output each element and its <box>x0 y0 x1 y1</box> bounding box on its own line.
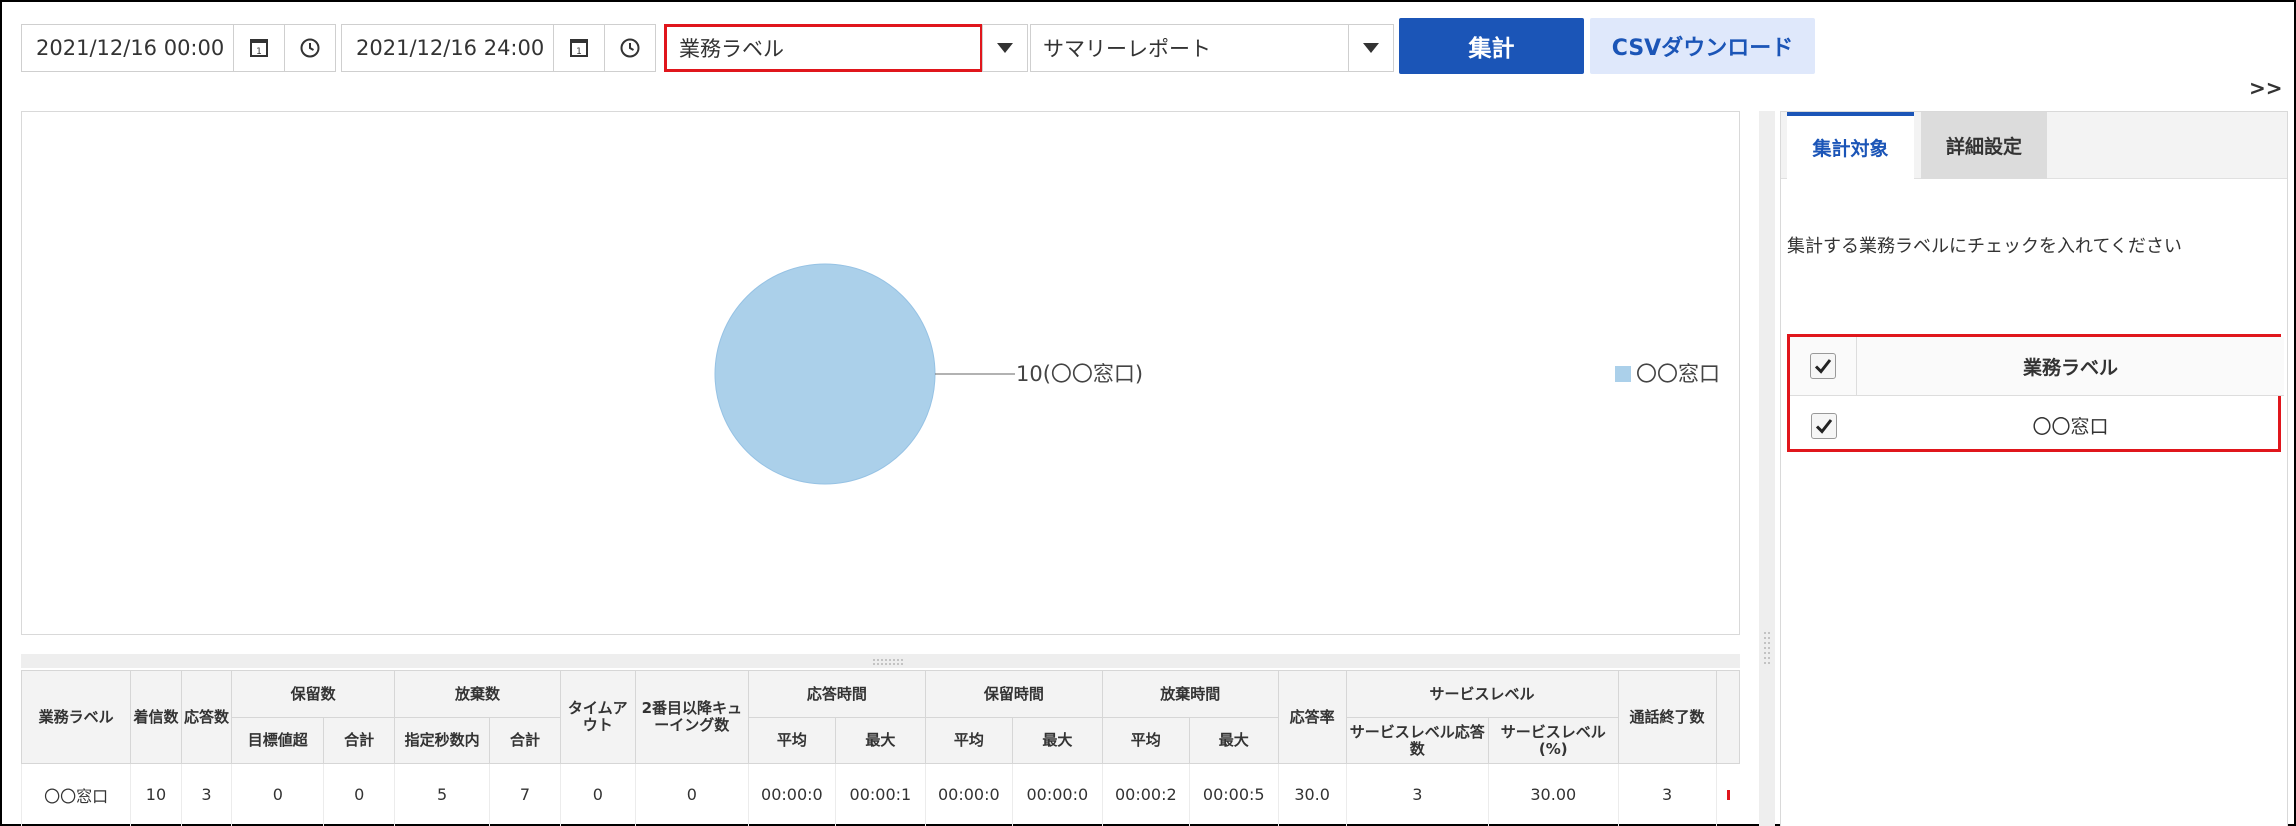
cell-sl-percent: 30.00 <box>1488 763 1618 826</box>
label-name: 〇〇窓口 <box>2032 416 2109 438</box>
cell-answer-max: 00:00:1 <box>834 763 926 826</box>
drag-handle-icon <box>1764 632 1770 664</box>
summary-table: 業務ラベル 着信数 応答数 保留数 放棄数 タイムアウト 2番目以降キューイング… <box>20 670 1741 826</box>
th-answer-rate: 応答率 <box>1277 670 1347 764</box>
csv-download-button[interactable]: CSVダウンロード <box>1590 18 1815 74</box>
cell-call-end: 3 <box>1617 763 1717 826</box>
th-abandon-count: 放棄数 <box>394 670 561 718</box>
clock-icon <box>620 38 640 58</box>
cell-label: 〇〇窓口 <box>20 763 131 826</box>
th-second-queue: 2番目以降キューイング数 <box>634 670 749 764</box>
label-type-select[interactable]: 業務ラベル <box>664 24 983 72</box>
svg-text:1: 1 <box>576 47 582 57</box>
start-datetime-input[interactable]: 2021/12/16 00:00 <box>21 24 234 72</box>
clock-icon <box>300 38 320 58</box>
label-type-value: 業務ラベル <box>679 37 784 61</box>
cell-sl-answered: 3 <box>1345 763 1489 826</box>
tab-detail-settings[interactable]: 詳細設定 <box>1921 112 2047 179</box>
svg-text:1: 1 <box>256 47 262 57</box>
cell-abandon-max: 00:00:5 <box>1188 763 1279 826</box>
label-checklist: 業務ラベル 〇〇窓口 <box>1787 334 2284 455</box>
dropdown-arrow-icon <box>1363 43 1379 53</box>
cell-answered: 3 <box>180 763 232 826</box>
tab-aggregate-target[interactable]: 集計対象 <box>1787 112 1914 179</box>
report-type-dropdown-button[interactable] <box>1348 24 1394 72</box>
legend-swatch <box>1615 366 1631 382</box>
cell-hold-target: 0 <box>231 763 324 826</box>
th-timeout: タイムアウト <box>559 670 636 764</box>
th-hold-max: 最大 <box>1011 717 1103 764</box>
table-row: 〇〇窓口 10 3 0 0 5 7 0 0 00:00:0 00:00:1 00… <box>20 763 1740 826</box>
pie-slice[interactable] <box>714 263 936 485</box>
end-datetime-value: 2021/12/16 24:00 <box>356 36 545 60</box>
end-datetime-input[interactable]: 2021/12/16 24:00 <box>341 24 554 72</box>
vertical-splitter[interactable] <box>1759 111 1775 826</box>
cell-abandon-total: 7 <box>489 763 561 826</box>
cell-abandon-within: 5 <box>394 763 490 826</box>
th-answered: 応答数 <box>180 670 233 764</box>
select-all-cell <box>1790 337 1857 395</box>
drag-handle-icon <box>873 659 903 665</box>
side-tab-bar: 集計対象 詳細設定 <box>1781 112 2287 179</box>
th-abandon-total: 合計 <box>489 717 561 764</box>
instruction-text: 集計する業務ラベルにチェックを入れてください <box>1787 236 2182 257</box>
th-call-end: 通話終了数 <box>1617 670 1717 764</box>
cell-hold-avg: 00:00:0 <box>924 763 1013 826</box>
th-abandon-within: 指定秒数内 <box>394 717 491 764</box>
cell-incoming: 10 <box>130 763 182 826</box>
th-incoming: 着信数 <box>130 670 182 764</box>
label-type-dropdown-button[interactable] <box>982 24 1028 72</box>
list-item: 〇〇窓口 <box>1790 396 2284 455</box>
aggregate-button[interactable]: 集計 <box>1399 18 1584 74</box>
chart-panel: 10(〇〇窓口) 〇〇窓口 <box>21 111 1740 635</box>
report-type-value: サマリーレポート <box>1043 37 1211 61</box>
pie-data-label: 10(〇〇窓口) <box>1016 362 1143 386</box>
th-abandon-avg: 平均 <box>1101 717 1190 764</box>
cell-answer-rate: 30.0 <box>1277 763 1346 826</box>
cell-hold-max: 00:00:0 <box>1011 763 1103 826</box>
th-overflow <box>1715 670 1741 764</box>
report-type-select[interactable]: サマリーレポート <box>1030 24 1349 72</box>
th-answer-time: 応答時間 <box>747 670 926 718</box>
cell-overflow <box>1715 763 1740 826</box>
pie-chart: 10(〇〇窓口) 〇〇窓口 <box>714 263 1720 485</box>
checkmark-icon <box>1814 359 1832 374</box>
start-calendar-button[interactable]: 1 <box>233 24 285 72</box>
legend-label[interactable]: 〇〇窓口 <box>1636 362 1720 386</box>
select-all-checkbox[interactable] <box>1810 353 1836 379</box>
th-sl-percent: サービスレベル(%) <box>1488 717 1619 764</box>
label-checkbox[interactable] <box>1810 412 1837 439</box>
end-calendar-button[interactable]: 1 <box>553 24 605 72</box>
th-abandon-time: 放棄時間 <box>1101 670 1279 718</box>
cell-abandon-avg: 00:00:2 <box>1101 763 1190 826</box>
th-hold-total: 合計 <box>323 717 396 764</box>
cell-hold-total: 0 <box>323 763 395 826</box>
calendar-icon: 1 <box>250 39 268 57</box>
th-label: 業務ラベル <box>20 670 132 764</box>
th-hold-avg: 平均 <box>924 717 1013 764</box>
th-sl-answered: サービスレベル応答数 <box>1345 717 1490 764</box>
checkmark-icon <box>1815 418 1832 434</box>
th-abandon-max: 最大 <box>1188 717 1279 764</box>
start-time-button[interactable] <box>284 24 336 72</box>
dropdown-arrow-icon <box>997 43 1013 53</box>
cell-timeout: 0 <box>559 763 636 826</box>
cell-second-queue: 0 <box>634 763 749 826</box>
th-answer-max: 最大 <box>834 717 926 764</box>
th-hold-count: 保留数 <box>231 670 396 718</box>
th-hold-target: 目標値超 <box>231 717 325 764</box>
th-service-level: サービスレベル <box>1345 670 1619 718</box>
calendar-icon: 1 <box>570 39 588 57</box>
label-checklist-header: 業務ラベル <box>1790 337 2284 396</box>
end-time-button[interactable] <box>604 24 656 72</box>
th-answer-avg: 平均 <box>747 717 836 764</box>
start-datetime-value: 2021/12/16 00:00 <box>36 36 225 60</box>
label-check-cell <box>1790 396 1857 455</box>
th-hold-time: 保留時間 <box>924 670 1103 718</box>
label-column-header: 業務ラベル <box>2022 356 2118 379</box>
side-panel: 集計対象 詳細設定 集計する業務ラベルにチェックを入れてください 業務ラベル 〇… <box>1780 111 2288 826</box>
collapse-panel-button[interactable]: >> <box>2249 76 2283 100</box>
cell-answer-avg: 00:00:0 <box>747 763 836 826</box>
horizontal-splitter[interactable] <box>21 654 1740 668</box>
